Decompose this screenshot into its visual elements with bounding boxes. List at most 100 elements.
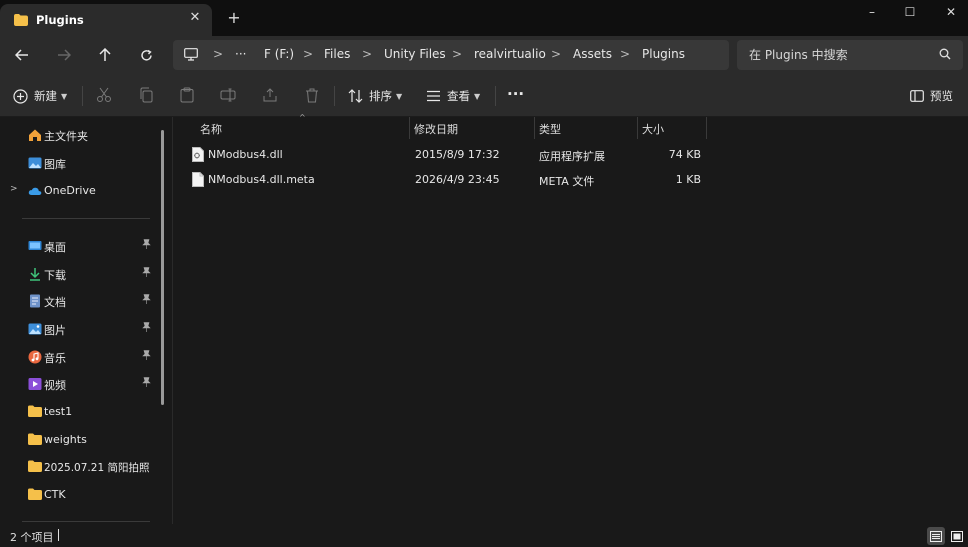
breadcrumb-assets[interactable]: Assets xyxy=(573,47,612,61)
pin-icon[interactable] xyxy=(142,294,151,307)
forward-button[interactable] xyxy=(53,44,75,66)
thumbnail-view-button[interactable] xyxy=(948,527,966,545)
command-bar: 新建 ▼ 排序 ▼ 查看 ▼ ··· 预览 xyxy=(0,74,968,117)
share-icon[interactable] xyxy=(262,87,280,105)
pin-icon[interactable] xyxy=(142,322,151,335)
breadcrumb-drive[interactable]: F (F:) xyxy=(264,47,294,61)
sidebar-item-desktop[interactable]: 桌面 xyxy=(0,235,158,257)
sidebar-item-home[interactable]: 主文件夹 xyxy=(0,124,158,146)
tab-plugins[interactable]: Plugins ✕ xyxy=(0,4,212,36)
file-icon xyxy=(192,172,204,190)
pin-icon[interactable] xyxy=(142,267,151,280)
preview-pane-icon xyxy=(910,90,924,102)
file-row[interactable]: NModbus4.dll 2015/8/9 17:32 应用程序扩展 74 KB xyxy=(173,143,733,167)
back-arrow-icon xyxy=(15,49,28,61)
sort-ascending-icon: ^ xyxy=(299,113,306,122)
paste-icon[interactable] xyxy=(179,87,197,105)
sidebar-item-music[interactable]: 音乐 xyxy=(0,346,158,368)
minimize-button[interactable]: – xyxy=(862,4,882,20)
search-input[interactable] xyxy=(749,46,929,64)
breadcrumb-files[interactable]: Files xyxy=(324,47,350,61)
plus-circle-icon xyxy=(13,88,28,104)
window-close-button[interactable]: ✕ xyxy=(941,4,961,20)
column-header-modified[interactable]: 修改日期 xyxy=(410,117,534,139)
item-count: 2 个项目 xyxy=(10,531,54,544)
rename-icon[interactable] xyxy=(220,87,238,105)
pin-icon[interactable] xyxy=(142,377,151,390)
document-icon xyxy=(28,294,42,308)
column-header-type[interactable]: 类型 xyxy=(535,117,637,139)
tab-close-button[interactable]: ✕ xyxy=(188,11,202,25)
gallery-icon xyxy=(28,156,42,170)
cut-icon[interactable] xyxy=(96,87,114,105)
new-tab-button[interactable]: + xyxy=(226,10,242,26)
file-size: 1 KB xyxy=(675,173,701,186)
address-bar[interactable]: > ··· F (F:) > Files > Unity Files > rea… xyxy=(173,40,729,70)
file-row[interactable]: NModbus4.dll.meta 2026/4/9 23:45 META 文件… xyxy=(173,168,733,192)
navigation-pane: 主文件夹 图库 > OneDrive 桌面 下载 文档 图片 音乐 视频 tes… xyxy=(0,117,172,524)
pin-icon[interactable] xyxy=(142,239,151,252)
refresh-icon xyxy=(140,49,152,61)
folder-icon xyxy=(28,460,42,474)
sidebar-item-videos[interactable]: 视频 xyxy=(0,373,158,395)
sidebar-item-folder-ctk[interactable]: CTK xyxy=(0,484,158,506)
search-icon[interactable] xyxy=(939,48,951,63)
folder-icon xyxy=(28,405,42,419)
copy-icon[interactable] xyxy=(138,87,156,105)
delete-icon[interactable] xyxy=(304,87,322,105)
sidebar-item-documents[interactable]: 文档 xyxy=(0,290,158,312)
sidebar-item-folder-test1[interactable]: test1 xyxy=(0,401,158,423)
new-button[interactable]: 新建 ▼ xyxy=(13,86,67,106)
music-icon xyxy=(28,350,42,364)
column-header-name[interactable]: 名称 ^ xyxy=(173,113,409,139)
preview-button-label: 预览 xyxy=(930,89,953,103)
breadcrumb-more-button[interactable]: ··· xyxy=(235,47,246,61)
home-icon xyxy=(28,128,42,142)
breadcrumb-realvirtualio[interactable]: realvirtualio xyxy=(474,47,546,61)
file-modified: 2026/4/9 23:45 xyxy=(415,173,500,186)
chevron-right-icon[interactable]: > xyxy=(10,184,18,194)
sidebar-item-downloads[interactable]: 下载 xyxy=(0,263,158,285)
breadcrumb-separator: > xyxy=(620,47,631,61)
chevron-down-icon: ▼ xyxy=(474,91,481,101)
details-view-button[interactable] xyxy=(927,527,945,545)
pictures-icon xyxy=(28,322,42,336)
up-arrow-icon xyxy=(99,48,111,61)
up-button[interactable] xyxy=(94,44,116,66)
sort-button[interactable]: 排序 ▼ xyxy=(348,86,402,106)
sidebar-item-onedrive[interactable]: > OneDrive xyxy=(0,180,158,202)
sidebar-item-pictures[interactable]: 图片 xyxy=(0,318,158,340)
sidebar-scrollbar[interactable] xyxy=(161,130,164,405)
folder-icon xyxy=(14,14,28,29)
breadcrumb-unity-files[interactable]: Unity Files xyxy=(384,47,446,61)
sidebar-item-gallery[interactable]: 图库 xyxy=(0,152,158,174)
column-header-size[interactable]: 大小 xyxy=(638,117,706,139)
preview-button[interactable]: 预览 xyxy=(910,86,953,106)
new-button-label: 新建 xyxy=(34,89,57,103)
address-row: > ··· F (F:) > Files > Unity Files > rea… xyxy=(0,36,968,74)
file-name: NModbus4.dll xyxy=(208,148,283,161)
thumbnail-view-icon xyxy=(951,530,963,542)
sidebar-divider xyxy=(22,218,150,219)
sidebar-item-folder-photos[interactable]: 2025.07.21 简阳拍照 xyxy=(0,456,158,478)
file-modified: 2015/8/9 17:32 xyxy=(415,148,500,161)
computer-icon xyxy=(184,48,198,64)
video-icon xyxy=(28,377,42,391)
title-bar: Plugins ✕ + – ☐ ✕ xyxy=(0,0,968,36)
breadcrumb-separator: > xyxy=(303,47,314,61)
back-button[interactable] xyxy=(11,44,33,66)
more-options-button[interactable]: ··· xyxy=(507,84,524,104)
maximize-button[interactable]: ☐ xyxy=(900,4,920,20)
column-divider[interactable] xyxy=(706,117,707,139)
sidebar-item-folder-weights[interactable]: weights xyxy=(0,429,158,451)
breadcrumb-separator: > xyxy=(213,47,224,61)
chevron-down-icon: ▼ xyxy=(61,91,68,101)
breadcrumb-plugins[interactable]: Plugins xyxy=(642,47,685,61)
pin-icon[interactable] xyxy=(142,350,151,363)
view-button[interactable]: 查看 ▼ xyxy=(426,86,480,106)
refresh-button[interactable] xyxy=(135,44,157,66)
tab-title: Plugins xyxy=(36,13,84,27)
breadcrumb-separator: > xyxy=(551,47,562,61)
sort-icon xyxy=(348,89,363,103)
status-divider xyxy=(58,529,59,541)
